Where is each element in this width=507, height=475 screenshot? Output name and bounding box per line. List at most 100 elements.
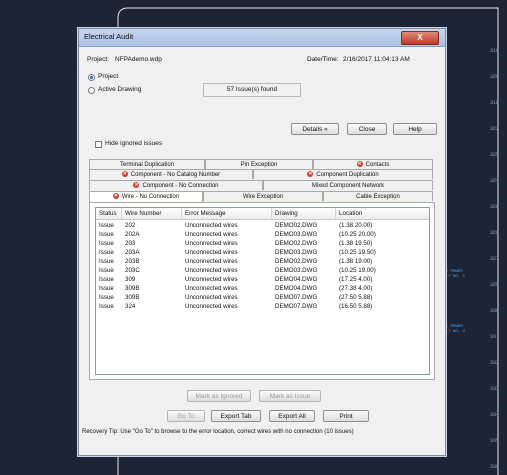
table-cell: DEMO02.DWG bbox=[275, 258, 318, 265]
tab-label: Wire - No Connection bbox=[121, 194, 180, 200]
drawing-line-number: 334 bbox=[490, 412, 500, 418]
column-header-wire-number[interactable]: Wire Number bbox=[122, 208, 182, 219]
tab-contacts[interactable]: ✕ Contacts bbox=[313, 159, 433, 169]
drawing-line-number: 332 bbox=[490, 360, 500, 366]
table-cell: 324 bbox=[125, 303, 136, 310]
table-cell: (16.50 5.88) bbox=[339, 303, 373, 310]
table-cell: Issue bbox=[99, 276, 114, 283]
close-button[interactable]: Close bbox=[347, 123, 387, 135]
column-header-location[interactable]: Location bbox=[336, 208, 429, 219]
table-cell: Unconnected wires bbox=[185, 240, 238, 247]
drawing-line-number: 325 bbox=[490, 152, 500, 158]
table-row[interactable]: Issue 203A Unconnected wires DEMO03.DWG (10.… bbox=[96, 248, 429, 257]
datetime-label: Date/Time: bbox=[307, 56, 339, 63]
dialog-title: Electrical Audit bbox=[84, 32, 134, 41]
table-row[interactable]: Issue 309B Unconnected wires DEMO04.DWG (27.… bbox=[96, 284, 429, 293]
table-row[interactable]: Issue 309B Unconnected wires DEMO07.DWG (27.… bbox=[96, 293, 429, 302]
error-icon: ✕ bbox=[307, 171, 314, 178]
tab-pin-exception[interactable]: Pin Exception bbox=[205, 159, 313, 169]
column-header-error-message[interactable]: Error Message bbox=[182, 208, 272, 219]
drawing-line-number: 326 bbox=[490, 204, 500, 210]
project-name: NFPAdemo.wdp bbox=[115, 56, 162, 63]
table-row[interactable]: Issue 309 Unconnected wires DEMO04.DWG (17.2… bbox=[96, 275, 429, 284]
table-row[interactable]: Issue 203C Unconnected wires DEMO03.DWG (10.… bbox=[96, 266, 429, 275]
scope-active-drawing-radio[interactable] bbox=[88, 87, 95, 94]
tab-terminal-duplication[interactable]: Terminal Duplication bbox=[89, 159, 205, 169]
column-header-drawing[interactable]: Drawing bbox=[272, 208, 336, 219]
scope-project-label: Project bbox=[98, 73, 119, 80]
table-cell: Unconnected wires bbox=[185, 276, 238, 283]
error-icon: ✕ bbox=[133, 182, 140, 189]
table-cell: 203C bbox=[125, 267, 140, 274]
table-cell: 309B bbox=[125, 285, 140, 292]
table-cell: 203 bbox=[125, 240, 136, 247]
table-cell: Issue bbox=[99, 258, 114, 265]
details-toggle-button[interactable]: Details « bbox=[291, 123, 339, 135]
table-cell: DEMO03.DWG bbox=[275, 231, 318, 238]
electrical-audit-dialog: Electrical Audit X Project: NFPAdemo.wdp… bbox=[78, 28, 446, 456]
drawing-line-number: 316 bbox=[490, 48, 500, 54]
error-icon: ✕ bbox=[121, 171, 128, 178]
table-row[interactable]: Issue 324 Unconnected wires DEMO07.DWG (16.5… bbox=[96, 302, 429, 311]
issues-table[interactable]: Status Wire Number Error Message Drawing… bbox=[95, 207, 430, 375]
tab-component-no-connection[interactable]: ✕ Component - No Connection bbox=[89, 180, 263, 190]
table-cell: Unconnected wires bbox=[185, 249, 238, 256]
drawing-line-numbers: 316 320 318 322 325 324 326 328 327 329 330 331 332 3… bbox=[488, 0, 507, 475]
table-header: Status Wire Number Error Message Drawing… bbox=[96, 208, 429, 220]
tab-panel: Status Wire Number Error Message Drawing… bbox=[89, 202, 435, 380]
table-cell: Unconnected wires bbox=[185, 267, 238, 274]
table-cell: Unconnected wires bbox=[185, 294, 238, 301]
table-cell: DEMO04.DWG bbox=[275, 285, 318, 292]
export-all-button[interactable]: Export All bbox=[269, 410, 315, 422]
tab-mixed-component-network[interactable]: Mixed Component Network bbox=[263, 180, 433, 190]
tab-cable-exception[interactable]: Cable Exception bbox=[323, 191, 433, 201]
tab-label: Contacts bbox=[365, 162, 390, 168]
drawing-line-number: 335 bbox=[490, 438, 500, 444]
table-row[interactable]: Issue 203B Unconnected wires DEMO02.DWG (1.3… bbox=[96, 257, 429, 266]
table-cell: Issue bbox=[99, 285, 114, 292]
table-cell: Issue bbox=[99, 222, 114, 229]
tab-label: Mixed Component Network bbox=[311, 183, 385, 189]
tab-label: Pin Exception bbox=[240, 162, 278, 168]
table-cell: Issue bbox=[99, 267, 114, 274]
table-cell: (10.25 20.00) bbox=[339, 231, 376, 238]
table-cell: DEMO07.DWG bbox=[275, 303, 318, 310]
scope-project-radio[interactable] bbox=[88, 74, 95, 81]
tab-wire-no-connection[interactable]: ✕ Wire - No Connection bbox=[89, 191, 203, 202]
table-cell: 203A bbox=[125, 249, 140, 256]
tab-wire-exception[interactable]: Wire Exception bbox=[203, 191, 323, 201]
tab-component-duplication[interactable]: ✕ Component Duplication bbox=[253, 169, 433, 179]
table-cell: (1.38 19.00) bbox=[339, 258, 373, 265]
table-cell: Unconnected wires bbox=[185, 222, 238, 229]
table-row[interactable]: Issue 203 Unconnected wires DEMO02.DWG (1.38… bbox=[96, 239, 429, 248]
table-cell: (10.25 19.00) bbox=[339, 267, 376, 274]
table-cell: Unconnected wires bbox=[185, 285, 238, 292]
print-button[interactable]: Print bbox=[323, 410, 369, 422]
title-bar[interactable]: Electrical Audit X bbox=[79, 29, 445, 47]
table-row[interactable]: Issue 202 Unconnected wires DEMO02.DWG (1.38… bbox=[96, 221, 429, 230]
error-icon: ✕ bbox=[356, 161, 363, 168]
tab-label: Component - No Catalog Number bbox=[130, 172, 221, 178]
table-cell: Issue bbox=[99, 240, 114, 247]
project-label: Project: bbox=[87, 56, 110, 63]
table-cell: DEMO03.DWG bbox=[275, 249, 318, 256]
table-cell: (17.25 4.00) bbox=[339, 276, 373, 283]
table-cell: Unconnected wires bbox=[185, 258, 238, 265]
mark-as-issue-button[interactable]: Mark as Issue bbox=[259, 390, 321, 402]
mark-as-ignored-button[interactable]: Mark as Ignored bbox=[187, 390, 251, 402]
table-cell: DEMO02.DWG bbox=[275, 222, 318, 229]
close-window-button[interactable]: X bbox=[401, 31, 439, 45]
drawing-line-number: 322 bbox=[490, 126, 500, 132]
table-cell: (1.38 20.00) bbox=[339, 222, 373, 229]
help-button[interactable]: Help bbox=[393, 123, 437, 135]
table-cell: Issue bbox=[99, 294, 114, 301]
hide-ignored-checkbox[interactable] bbox=[95, 141, 102, 148]
column-header-status[interactable]: Status bbox=[96, 208, 122, 219]
table-row[interactable]: Issue 202A Unconnected wires DEMO03.DWG (10.… bbox=[96, 230, 429, 239]
export-tab-button[interactable]: Export Tab bbox=[211, 410, 261, 422]
table-cell: (10.25 19.50) bbox=[339, 249, 376, 256]
tab-component-no-catalog-number[interactable]: ✕ Component - No Catalog Number bbox=[89, 169, 253, 179]
datetime-value: 2/16/2017 11:04:13 AM bbox=[343, 56, 410, 63]
tab-label: Wire Exception bbox=[242, 194, 284, 200]
go-to-button[interactable]: Go To bbox=[167, 410, 205, 422]
